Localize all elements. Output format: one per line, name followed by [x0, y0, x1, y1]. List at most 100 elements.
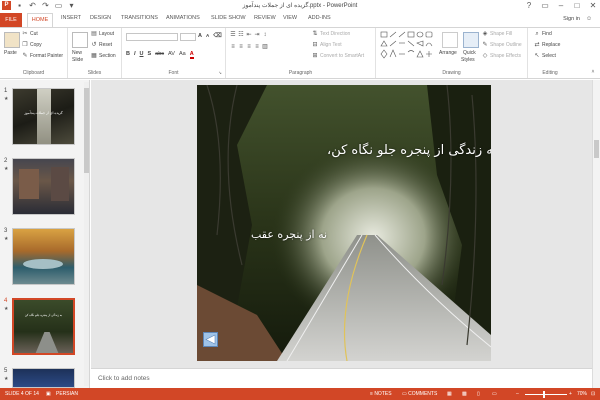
comments-toggle[interactable]: ▭ COMMENTS — [402, 391, 437, 397]
new-slide-icon[interactable] — [72, 32, 88, 48]
notes-toggle[interactable]: ≡ NOTES — [370, 391, 392, 397]
previous-slide-action-button[interactable] — [203, 332, 218, 347]
font-size-combo[interactable] — [180, 33, 196, 41]
cut-button[interactable]: ✂ Cut — [22, 31, 37, 37]
tab-file[interactable]: FILE — [0, 13, 22, 27]
copy-button[interactable]: ❐ Copy — [22, 42, 41, 48]
select-button[interactable]: ↖ Select — [534, 53, 555, 59]
line-spacing-icon[interactable]: ↕ — [262, 32, 268, 38]
ribbon-display-options-button[interactable]: ▭ — [540, 1, 550, 11]
cursor-icon: ↖ — [534, 53, 540, 59]
new-slide-button-label-2[interactable]: Slide — [72, 57, 83, 63]
shrink-font-button[interactable]: A — [206, 33, 209, 39]
clear-formatting-icon[interactable]: ⌫ — [213, 33, 221, 39]
normal-view-icon[interactable]: ▦ — [447, 391, 452, 397]
font-name-combo[interactable] — [126, 33, 178, 41]
help-button[interactable]: ? — [524, 1, 534, 11]
paste-icon[interactable] — [4, 32, 20, 48]
slide-thumbnail-2[interactable] — [12, 158, 75, 215]
notes-pane[interactable]: Click to add notes — [91, 368, 592, 388]
tab-review[interactable]: REVIEW — [254, 15, 276, 21]
spellcheck-icon[interactable]: ▣ — [46, 391, 51, 397]
arrange-button[interactable]: Arrange — [439, 50, 457, 56]
align-right-icon[interactable]: ≡ — [246, 44, 252, 50]
change-case-button[interactable]: Aa — [179, 51, 186, 59]
quick-styles-label-1[interactable]: Quick — [463, 50, 476, 56]
slide-thumbnail-1[interactable]: گزیده ای از جملات پندآموز — [12, 88, 75, 145]
align-center-icon[interactable]: ≡ — [238, 44, 244, 50]
increase-indent-icon[interactable]: ⇥ — [254, 32, 260, 38]
strikethrough-button[interactable]: abc — [155, 51, 164, 59]
text-direction-button[interactable]: ⇅ Text Direction — [312, 31, 350, 37]
format-painter-button[interactable]: ✎ Format Painter — [22, 53, 63, 59]
grow-font-button[interactable]: A — [198, 33, 202, 39]
zoom-level[interactable]: 70% — [577, 391, 587, 397]
paste-button[interactable]: Paste — [4, 50, 17, 56]
decrease-indent-icon[interactable]: ⇤ — [246, 32, 252, 38]
bullets-icon[interactable]: ☰ — [230, 32, 236, 38]
collapse-ribbon-icon[interactable]: ˄ — [590, 69, 596, 75]
slide-thumbnail-3[interactable] — [12, 228, 75, 285]
shape-effects-button[interactable]: ◇ Shape Effects — [482, 53, 521, 59]
language-indicator[interactable]: PERSIAN — [56, 391, 78, 397]
zoom-out-icon[interactable]: – — [516, 391, 519, 397]
slide-thumbnail-4[interactable]: به زندگی از پنجره جلو نگاه کن — [12, 298, 75, 355]
thumbnails-scrollbar[interactable] — [84, 82, 89, 386]
layout-button[interactable]: ▤ Layout — [91, 31, 114, 37]
tab-add-ins[interactable]: ADD-INS — [308, 15, 331, 21]
character-spacing-button[interactable]: AV — [168, 51, 175, 59]
thumbnail-number: 4 — [4, 298, 8, 304]
tab-insert[interactable]: INSERT — [61, 15, 81, 21]
tab-design[interactable]: DESIGN — [90, 15, 111, 21]
slide-sorter-icon[interactable]: ▩ — [462, 391, 467, 397]
justify-icon[interactable]: ≡ — [254, 44, 260, 50]
reset-button[interactable]: ↺ Reset — [91, 42, 112, 48]
minimize-button[interactable]: – — [556, 1, 566, 11]
tab-animations[interactable]: ANIMATIONS — [166, 15, 200, 21]
shapes-gallery[interactable] — [380, 31, 436, 63]
current-slide[interactable]: به زندگی از پنجره جلو نگاه کن، نه از پنج… — [197, 85, 491, 361]
convert-smartart-button[interactable]: ⊞ Convert to SmartArt — [312, 53, 364, 59]
slide-vertical-scrollbar[interactable] — [592, 80, 600, 388]
zoom-slider-handle[interactable] — [543, 391, 545, 398]
quick-styles-label-2[interactable]: Styles — [461, 57, 475, 63]
align-text-button[interactable]: ⊟ Align Text — [312, 42, 341, 48]
drawing-group-label: Drawing — [442, 70, 461, 76]
arrange-icon[interactable] — [442, 32, 458, 48]
shape-fill-button[interactable]: ◈ Shape Fill — [482, 31, 513, 37]
shape-outline-button[interactable]: ✎ Shape Outline — [482, 42, 521, 48]
tab-view[interactable]: VIEW — [283, 15, 297, 21]
tab-home[interactable]: HOME — [27, 13, 53, 27]
columns-icon[interactable]: ▥ — [262, 44, 268, 50]
bold-button[interactable]: B — [126, 51, 130, 59]
tab-slide-show[interactable]: SLIDE SHOW — [211, 15, 246, 21]
zoom-in-icon[interactable]: + — [569, 391, 572, 397]
quick-styles-icon[interactable] — [463, 32, 479, 48]
replace-icon: ⇄ — [534, 42, 540, 48]
user-avatar-icon[interactable]: ☺ — [586, 16, 592, 22]
slide-title[interactable]: به زندگی از پنجره جلو نگاه کن، — [327, 143, 491, 158]
align-left-icon[interactable]: ≡ — [230, 44, 236, 50]
zoom-slider[interactable] — [525, 394, 567, 395]
grow-shrink-font: A A ⌫ — [198, 33, 222, 39]
maximize-button[interactable]: □ — [572, 1, 582, 11]
italic-button[interactable]: I — [134, 51, 136, 59]
sign-in-link[interactable]: Sign in — [563, 16, 580, 22]
reset-icon: ↺ — [91, 42, 97, 48]
slideshow-view-icon[interactable]: ▭ — [492, 391, 497, 397]
underline-button[interactable]: U — [140, 51, 144, 59]
find-button[interactable]: ⌕ Find — [534, 31, 551, 37]
replace-button[interactable]: ⇄ Replace — [534, 42, 560, 48]
slide-thumbnail-5[interactable] — [12, 368, 75, 388]
text-shadow-button[interactable]: S — [148, 51, 152, 59]
section-button[interactable]: ▦ Section — [91, 53, 116, 59]
slide-subtitle[interactable]: نه از پنجره عقب — [251, 228, 327, 241]
font-color-button[interactable]: A — [189, 51, 194, 59]
close-button[interactable]: ✕ — [588, 1, 598, 11]
new-slide-button-label-1[interactable]: New — [72, 50, 82, 56]
reading-view-icon[interactable]: ▯ — [477, 391, 480, 397]
fit-slide-icon[interactable]: ⊡ — [591, 391, 595, 397]
font-dialog-launcher-icon[interactable]: ↘ — [217, 70, 223, 76]
tab-transitions[interactable]: TRANSITIONS — [121, 15, 158, 21]
numbering-icon[interactable]: ☷ — [238, 32, 244, 38]
